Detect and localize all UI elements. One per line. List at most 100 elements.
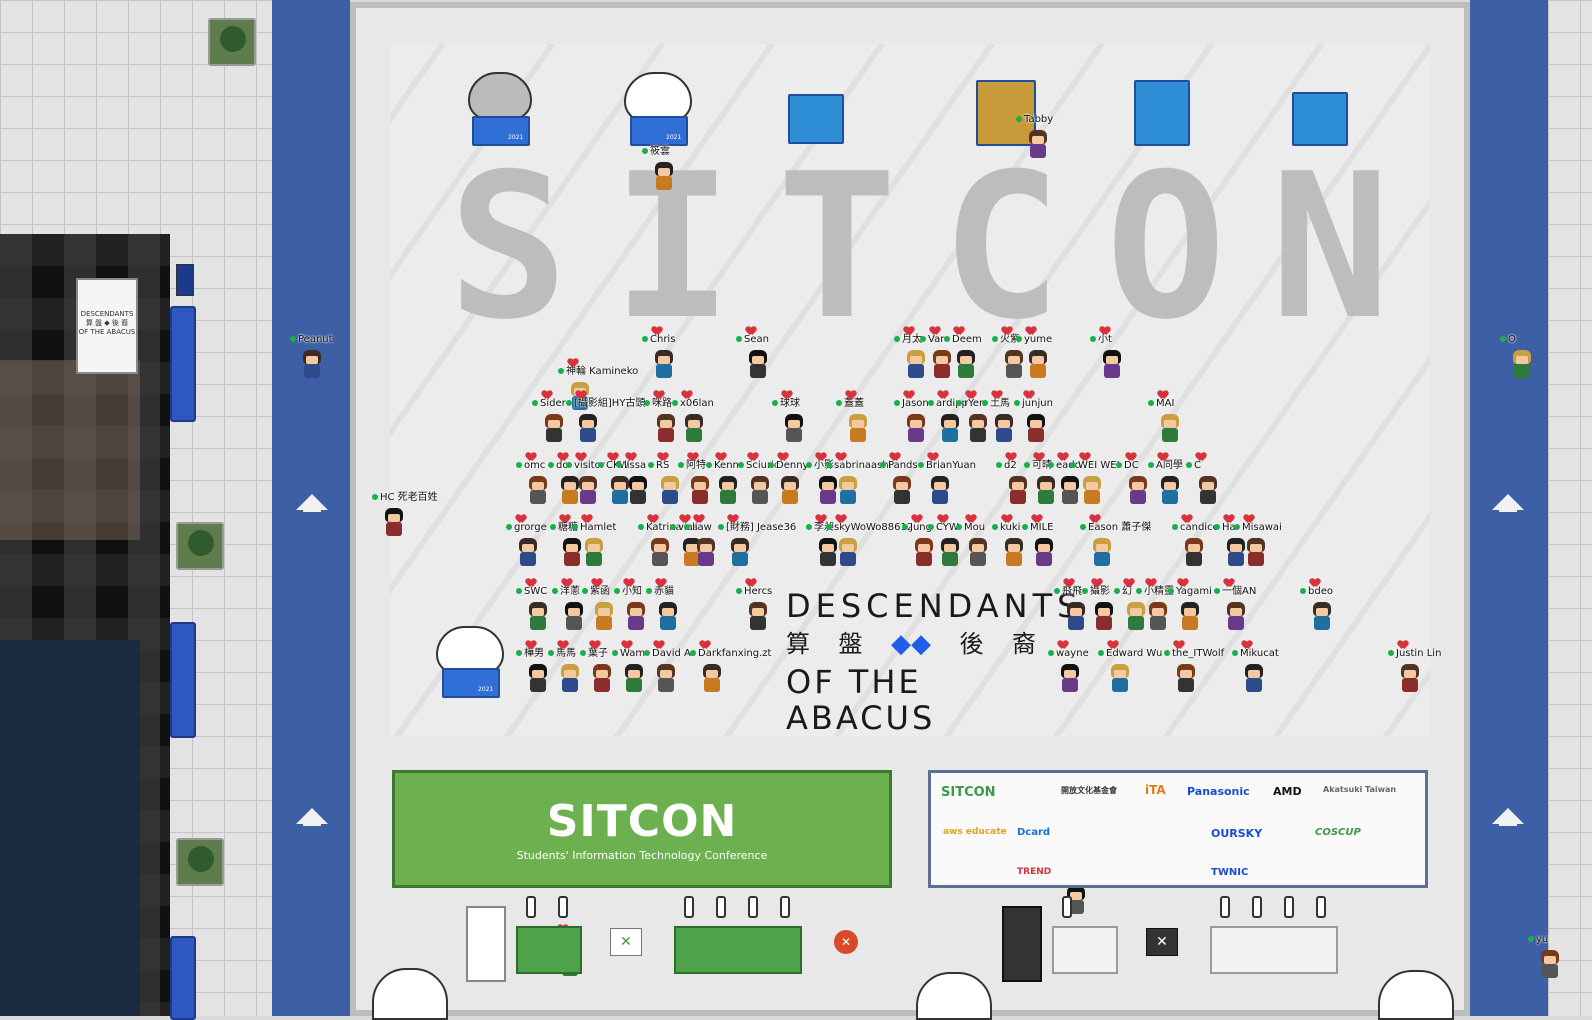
player-avatar[interactable] bbox=[1310, 600, 1334, 632]
player-avatar[interactable] bbox=[560, 536, 584, 568]
player-avatar[interactable] bbox=[382, 506, 406, 538]
player-avatar[interactable] bbox=[1090, 536, 1114, 568]
player-avatar[interactable] bbox=[688, 474, 712, 506]
player-name[interactable]: d2 bbox=[996, 460, 1017, 472]
player-avatar[interactable] bbox=[836, 474, 860, 506]
player-name[interactable]: RS bbox=[648, 460, 669, 472]
player-name[interactable]: yu bbox=[1528, 934, 1548, 946]
player-name[interactable]: Jason bbox=[894, 398, 929, 410]
close-box-icon[interactable]: ✕ bbox=[610, 928, 642, 956]
player-avatar[interactable] bbox=[1224, 600, 1248, 632]
player-name[interactable]: 樺男 bbox=[516, 648, 544, 660]
player-avatar[interactable] bbox=[682, 412, 706, 444]
player-name[interactable]: Darkfanxing.zt bbox=[690, 648, 771, 660]
player-avatar[interactable] bbox=[1064, 600, 1088, 632]
player-name[interactable]: [攝影組]HY古頭 bbox=[566, 398, 645, 410]
mascot-exhibit[interactable]: 2021 bbox=[462, 72, 538, 146]
player-name[interactable]: liaw bbox=[684, 522, 712, 534]
player-avatar[interactable] bbox=[300, 348, 324, 380]
player-name[interactable]: kuki bbox=[992, 522, 1020, 534]
mascot-exhibit[interactable]: 2021 bbox=[432, 626, 508, 698]
player-name[interactable]: 筱雲 bbox=[642, 146, 670, 158]
player-avatar[interactable] bbox=[954, 348, 978, 380]
player-avatar[interactable] bbox=[1058, 474, 1082, 506]
player-avatar[interactable] bbox=[728, 536, 752, 568]
player-name[interactable]: 蓋蓋 bbox=[836, 398, 864, 410]
player-avatar[interactable] bbox=[652, 348, 676, 380]
player-name[interactable]: Pands bbox=[880, 460, 918, 472]
player-name[interactable]: 赤貓 bbox=[646, 586, 674, 598]
player-name[interactable]: 幻 bbox=[1114, 586, 1132, 598]
player-avatar[interactable] bbox=[778, 474, 802, 506]
player-avatar[interactable] bbox=[746, 348, 770, 380]
player-avatar[interactable] bbox=[624, 600, 648, 632]
player-avatar[interactable] bbox=[576, 412, 600, 444]
player-avatar[interactable] bbox=[1024, 412, 1048, 444]
player-name[interactable]: BrianYuan bbox=[918, 460, 976, 472]
player-avatar[interactable] bbox=[904, 412, 928, 444]
player-avatar[interactable] bbox=[1080, 474, 1104, 506]
player-avatar[interactable] bbox=[558, 662, 582, 694]
player-avatar[interactable] bbox=[582, 536, 606, 568]
player-name[interactable]: David Ar bbox=[644, 648, 695, 660]
player-avatar[interactable] bbox=[904, 348, 928, 380]
player-avatar[interactable] bbox=[1174, 662, 1198, 694]
player-avatar[interactable] bbox=[542, 412, 566, 444]
player-name[interactable]: 月太 bbox=[894, 334, 922, 346]
player-name[interactable]: MILE bbox=[1022, 522, 1053, 534]
player-name[interactable]: O bbox=[1500, 334, 1516, 346]
player-avatar[interactable] bbox=[1146, 600, 1170, 632]
up-arrow-icon[interactable] bbox=[1492, 494, 1524, 512]
up-arrow-icon[interactable] bbox=[296, 808, 328, 826]
player-name[interactable]: 馬馬 bbox=[548, 648, 576, 660]
tube-exhibit[interactable] bbox=[1134, 80, 1190, 146]
player-avatar[interactable] bbox=[526, 600, 550, 632]
player-name[interactable]: WEI WEI bbox=[1070, 460, 1120, 472]
mascot-exhibit[interactable]: 2021 bbox=[620, 72, 696, 146]
player-avatar[interactable] bbox=[1182, 536, 1206, 568]
player-name[interactable]: candice bbox=[1172, 522, 1219, 534]
player-name[interactable]: Wam bbox=[612, 648, 645, 660]
abacus-exhibit[interactable] bbox=[788, 94, 844, 144]
player-name[interactable]: 咪路 bbox=[644, 398, 672, 410]
booth-table[interactable] bbox=[516, 926, 582, 974]
player-avatar[interactable] bbox=[746, 600, 770, 632]
player-avatar[interactable] bbox=[938, 536, 962, 568]
player-name[interactable]: CYW bbox=[928, 522, 959, 534]
player-name[interactable]: 一個AN bbox=[1214, 586, 1256, 598]
player-avatar[interactable] bbox=[656, 600, 680, 632]
player-name[interactable]: 葉子 bbox=[580, 648, 608, 660]
player-name[interactable]: 紫函 bbox=[582, 586, 610, 598]
booth-table[interactable] bbox=[1052, 926, 1118, 974]
player-name[interactable]: Kenn bbox=[706, 460, 739, 472]
player-avatar[interactable] bbox=[1002, 536, 1026, 568]
player-name[interactable]: Misawai bbox=[1234, 522, 1282, 534]
player-name[interactable]: bdeo bbox=[1300, 586, 1333, 598]
player-avatar[interactable] bbox=[592, 600, 616, 632]
player-avatar[interactable] bbox=[992, 412, 1016, 444]
player-name[interactable]: Sean bbox=[736, 334, 769, 346]
player-name[interactable]: x06lan bbox=[672, 398, 714, 410]
player-name[interactable]: Denny bbox=[768, 460, 808, 472]
player-name[interactable]: DC bbox=[1116, 460, 1139, 472]
player-avatar[interactable] bbox=[1058, 662, 1082, 694]
player-name[interactable]: MAI bbox=[1148, 398, 1174, 410]
player-avatar[interactable] bbox=[576, 474, 600, 506]
player-avatar[interactable] bbox=[1196, 474, 1220, 506]
player-avatar[interactable] bbox=[1006, 474, 1030, 506]
player-avatar[interactable] bbox=[1538, 948, 1562, 980]
player-avatar[interactable] bbox=[694, 536, 718, 568]
player-avatar[interactable] bbox=[782, 412, 806, 444]
player-name[interactable]: Sider bbox=[532, 398, 566, 410]
player-name[interactable]: C bbox=[1186, 460, 1201, 472]
player-name[interactable]: junjun bbox=[1014, 398, 1053, 410]
booth-table[interactable] bbox=[1210, 926, 1338, 974]
player-name[interactable]: Hercs bbox=[736, 586, 772, 598]
player-avatar[interactable] bbox=[1178, 600, 1202, 632]
player-name[interactable]: 小知 bbox=[614, 586, 642, 598]
player-avatar[interactable] bbox=[1158, 474, 1182, 506]
player-name[interactable]: yume bbox=[1016, 334, 1052, 346]
player-name[interactable]: dc bbox=[548, 460, 568, 472]
player-avatar[interactable] bbox=[648, 536, 672, 568]
player-avatar[interactable] bbox=[1026, 348, 1050, 380]
